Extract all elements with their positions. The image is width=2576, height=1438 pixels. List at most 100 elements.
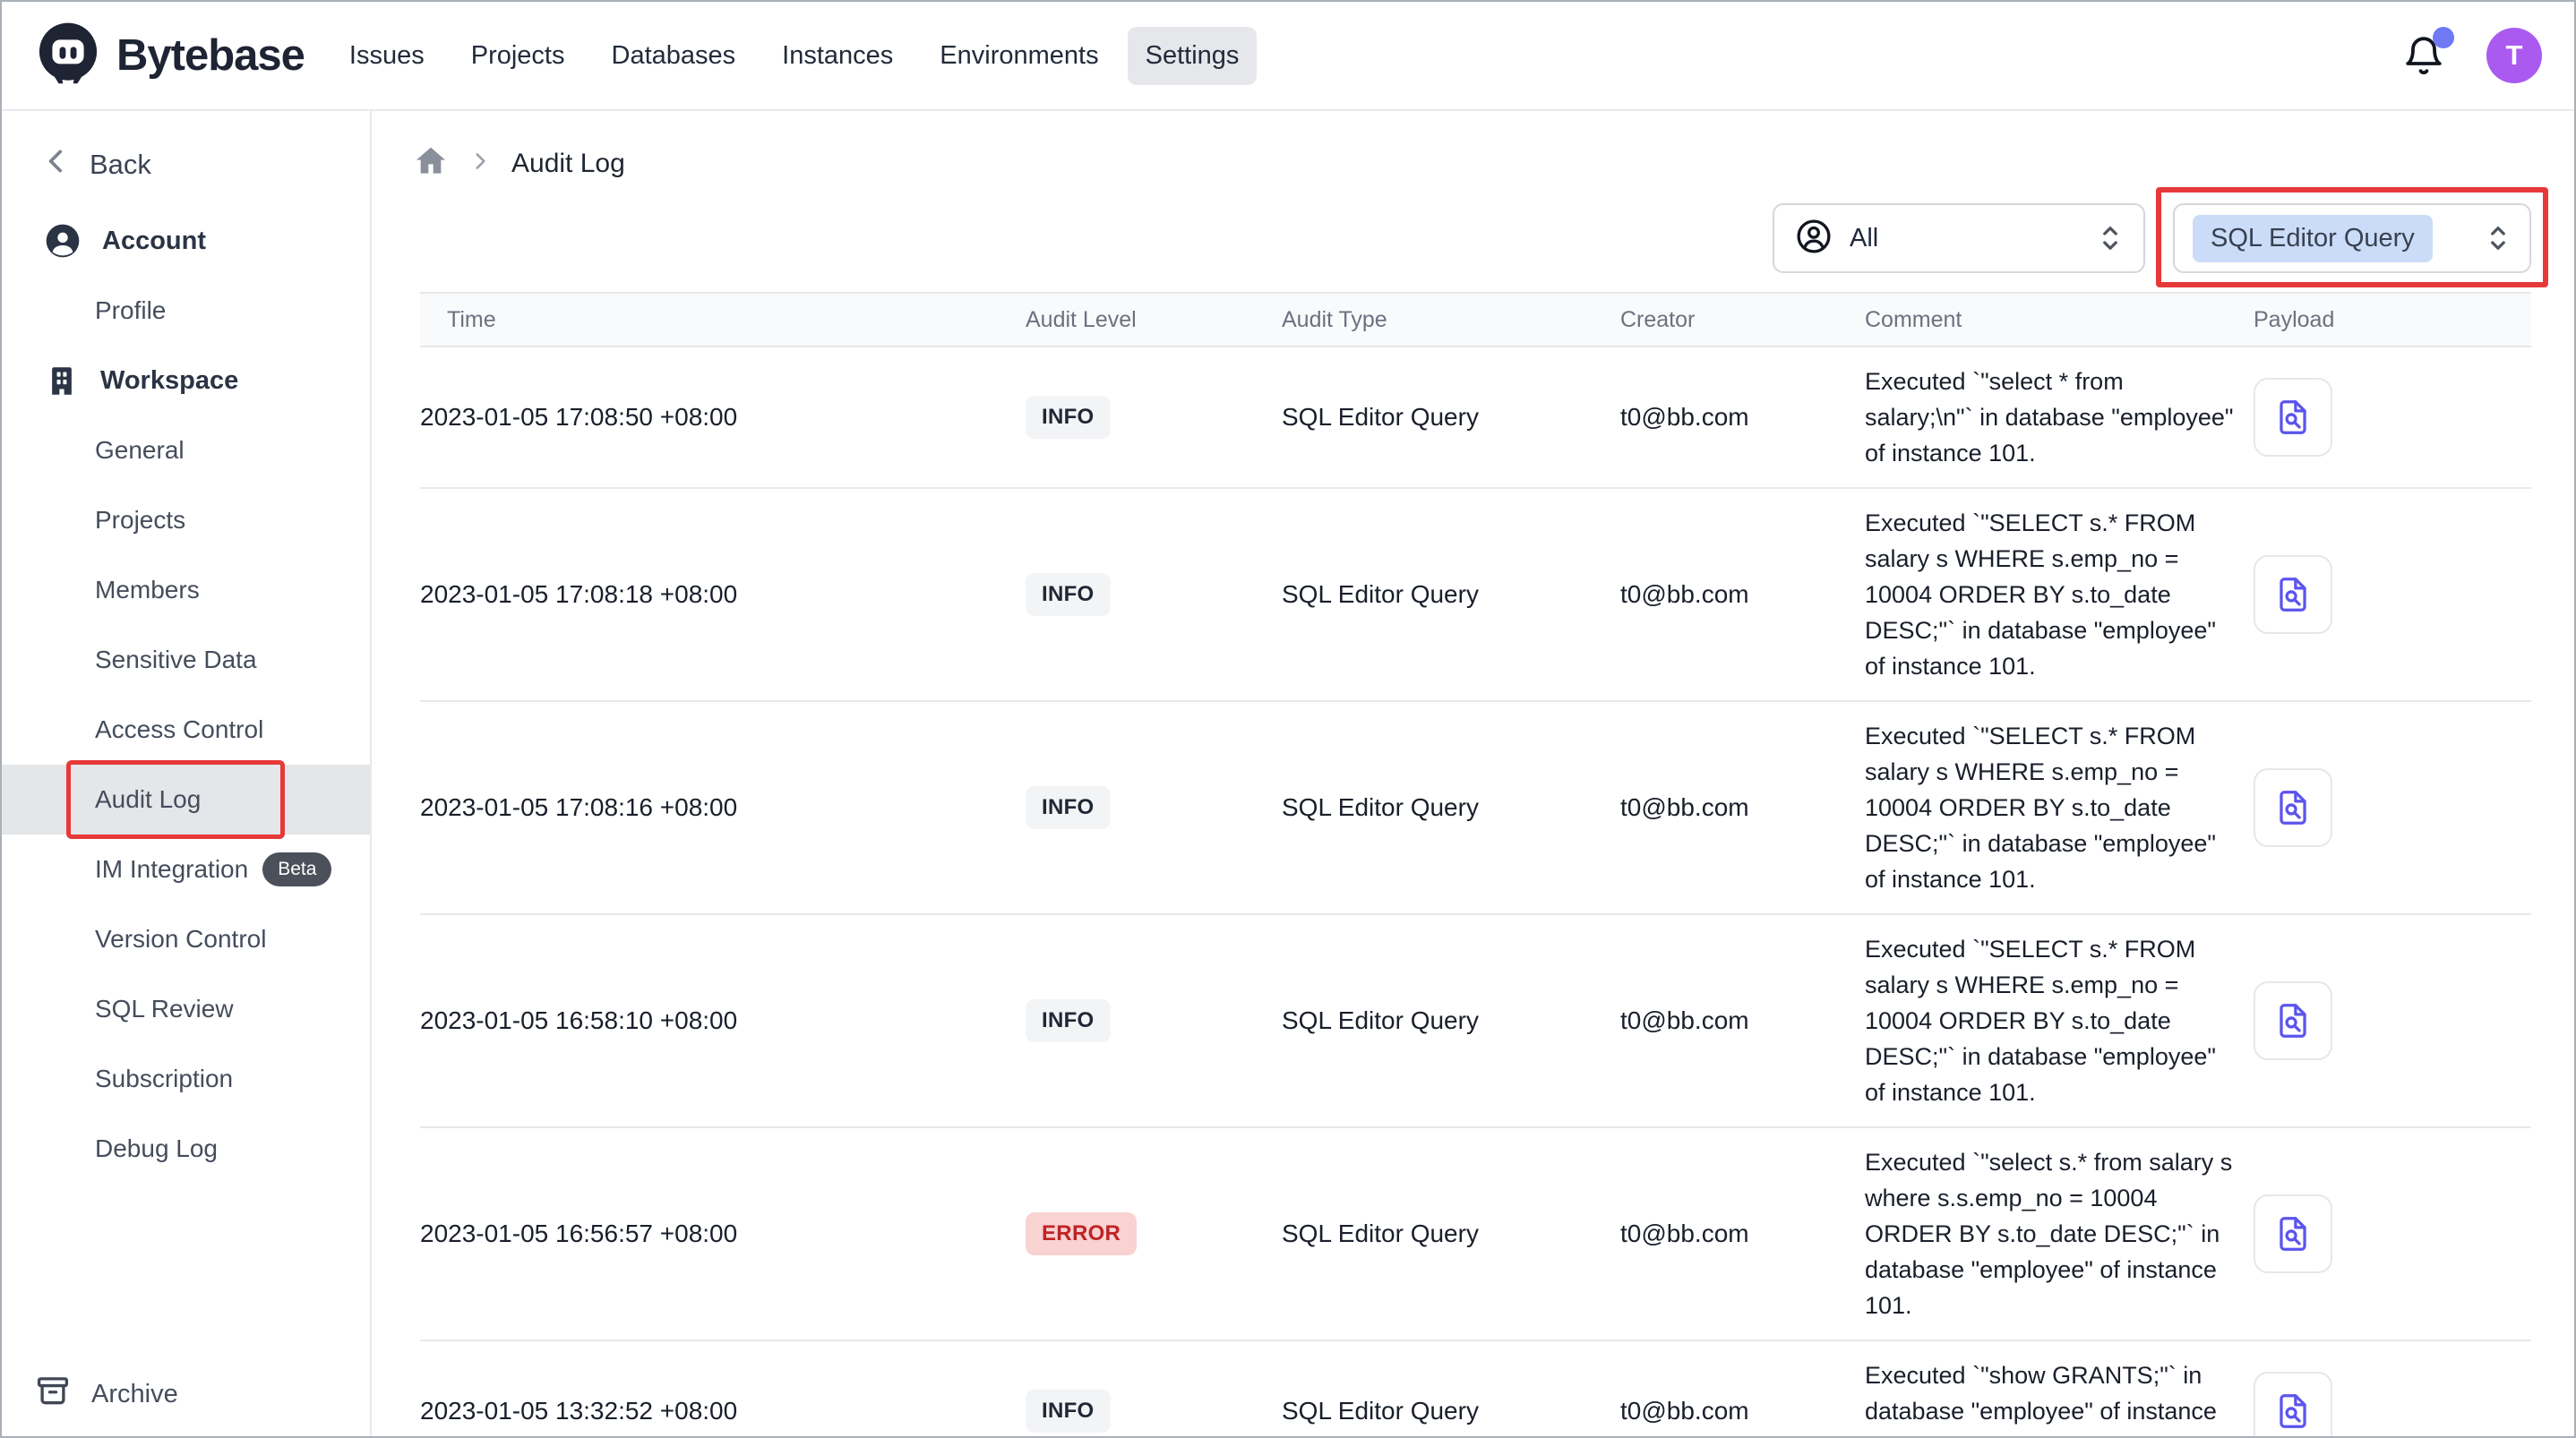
top-right-controls: T [2402,28,2542,83]
audit-log-row: 2023-01-05 17:08:18 +08:00INFO SQL Editor… [420,489,2531,702]
column-header-creator: Creator [1620,307,1865,333]
sidebar-item-access-control[interactable]: Access Control [2,695,370,765]
brand-name: Bytebase [116,30,305,81]
payload-view-button[interactable] [2254,1372,2332,1438]
audit-log-row: 2023-01-05 13:32:52 +08:00INFOSQL Editor… [420,1341,2531,1438]
cell-audit-type: SQL Editor Query [1282,777,1620,838]
sidebar-item-label: Members [95,576,200,604]
avatar-letter: T [2506,39,2523,72]
cell-audit-level: INFO [1026,770,1282,845]
settings-sidebar: Back Account Profile [2,111,372,1436]
payload-view-button[interactable] [2254,768,2332,847]
nav-item-issues[interactable]: Issues [331,27,442,85]
sidebar-section-workspace: Workspace [2,346,370,415]
main-content: Audit Log All SQL Editor Query [372,111,2574,1436]
document-search-icon [2272,574,2314,615]
cell-audit-level: INFO [1026,380,1282,455]
cell-audit-type: SQL Editor Query [1282,387,1620,448]
cell-comment: Executed `"SELECT s.* FROM salary s WHER… [1865,702,2254,913]
back-button[interactable]: Back [2,138,370,192]
payload-view-button[interactable] [2254,981,2332,1060]
audit-level-badge: INFO [1026,573,1111,616]
payload-view-button[interactable] [2254,378,2332,457]
sidebar-item-profile[interactable]: Profile [2,276,370,346]
cell-audit-level: INFO [1026,1374,1282,1438]
sidebar-item-label: IM Integration [95,855,248,884]
sidebar-item-label: General [95,436,185,465]
sidebar-item-archive[interactable]: Archive [34,1372,178,1417]
payload-view-button[interactable] [2254,555,2332,634]
beta-badge: Beta [262,852,331,886]
audit-level-badge: INFO [1026,1390,1111,1433]
table-body: 2023-01-05 17:08:50 +08:00INFOSQL Editor… [420,347,2531,1438]
cell-comment: Executed `"SELECT s.* FROM salary s WHER… [1865,489,2254,700]
main-nav: IssuesProjectsDatabasesInstancesEnvironm… [331,27,1258,85]
sidebar-item-label: Subscription [95,1065,233,1093]
home-icon[interactable] [413,143,449,184]
account-person-icon [43,221,82,261]
sidebar-section-label: Account [102,227,206,256]
nav-item-settings[interactable]: Settings [1128,27,1258,85]
chevron-left-icon [41,146,72,184]
sidebar-item-version-control[interactable]: Version Control [2,904,370,974]
breadcrumb: Audit Log [413,143,625,184]
bytebase-app-window: Bytebase IssuesProjectsDatabasesInstance… [0,0,2576,1438]
sidebar-workspace-items: General Projects Members Sensitive DataAcce… [2,415,370,1184]
cell-time: 2023-01-05 17:08:16 +08:00 [420,777,1026,838]
select-chevrons-icon [2097,220,2124,256]
select-chevrons-icon [2485,220,2512,256]
nav-item-databases[interactable]: Databases [594,27,754,85]
sidebar-item-subscription[interactable]: Subscription [2,1044,370,1114]
sidebar-item-projects[interactable]: Projects [2,485,370,555]
nav-item-projects[interactable]: Projects [453,27,583,85]
sidebar-item-im-integration[interactable]: IM Integration Beta [2,835,370,904]
column-header-audit-type: Audit Type [1282,307,1620,333]
cell-comment: Executed `"select s.* from salary s wher… [1865,1128,2254,1340]
cell-time: 2023-01-05 16:56:57 +08:00 [420,1203,1026,1264]
cell-audit-level: INFO [1026,557,1282,632]
sidebar-item-audit-log[interactable]: Audit Log [2,765,370,835]
user-avatar[interactable]: T [2486,28,2542,83]
bytebase-logo-icon [34,20,102,92]
audit-type-filter-select[interactable]: SQL Editor Query [2173,203,2531,273]
document-search-icon [2272,1000,2314,1041]
table-header-row: TimeAudit LevelAudit TypeCreatorCommentP… [420,292,2531,347]
sidebar-item-members[interactable]: Members [2,555,370,625]
cell-payload [2254,1178,2531,1289]
cell-audit-type: SQL Editor Query [1282,564,1620,625]
column-header-comment: Comment [1865,307,2254,333]
cell-payload [2254,965,2531,1076]
cell-audit-level: INFO [1026,983,1282,1058]
sidebar-item-debug-log[interactable]: Debug Log [2,1114,370,1184]
audit-level-badge: INFO [1026,396,1111,439]
cell-audit-type: SQL Editor Query [1282,1381,1620,1438]
sidebar-item-label: SQL Review [95,995,234,1023]
nav-item-instances[interactable]: Instances [764,27,911,85]
nav-item-environments[interactable]: Environments [922,27,1116,85]
creator-filter-value: All [1850,224,1878,253]
cell-audit-level: ERROR [1026,1196,1282,1271]
audit-log-row: 2023-01-05 16:56:57 +08:00ERRORSQL Edito… [420,1128,2531,1341]
back-label: Back [90,149,151,181]
sidebar-item-sql-review[interactable]: SQL Review [2,974,370,1044]
sidebar-item-general[interactable]: General [2,415,370,485]
creator-filter-select[interactable]: All [1773,203,2145,273]
document-search-icon [2272,1391,2314,1432]
cell-payload [2254,1356,2531,1438]
archive-box-icon [34,1372,72,1417]
sidebar-item-label: Audit Log [95,785,201,814]
sidebar-item-sensitive-data[interactable]: Sensitive Data [2,625,370,695]
cell-comment: Executed `"select * from salary;\n"` in … [1865,347,2254,487]
column-header-audit-level: Audit Level [1026,307,1282,333]
sidebar-item-label: Projects [95,506,185,535]
audit-log-row: 2023-01-05 17:08:50 +08:00INFOSQL Editor… [420,347,2531,489]
bytebase-logo[interactable]: Bytebase [34,20,305,92]
sidebar-nav: Account Profile Workspace [2,206,370,1184]
top-nav-bar: Bytebase IssuesProjectsDatabasesInstance… [2,2,2574,111]
payload-view-button[interactable] [2254,1194,2332,1273]
notification-bell-button[interactable] [2402,34,2445,77]
document-search-icon [2272,787,2314,828]
cell-time: 2023-01-05 17:08:18 +08:00 [420,564,1026,625]
column-header-payload: Payload [2254,307,2531,333]
cell-payload [2254,539,2531,650]
